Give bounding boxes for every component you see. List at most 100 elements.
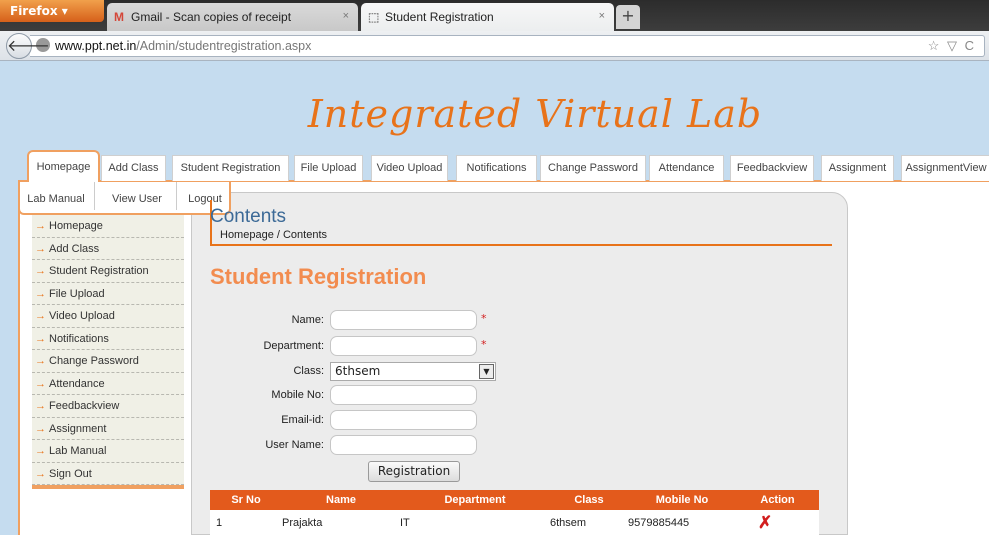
browser-nav-bar: www.ppt.net.in/Admin/studentregistration… [0, 31, 989, 61]
mobile-label: Mobile No: [271, 389, 324, 401]
sidebar-footer [32, 485, 184, 489]
cell-class: 6thsem [550, 510, 628, 535]
arrow-icon: → [35, 242, 46, 255]
sidebar-item-label: Homepage [49, 220, 103, 232]
sidebar-item-label: Notifications [49, 332, 109, 345]
name-input[interactable] [330, 310, 477, 330]
table-row: 1 Prajakta IT 6thsem 9579885445 ✗ [210, 510, 819, 535]
sidebar-item-label: Lab Manual [49, 445, 107, 457]
sidebar-item-label: Change Password [49, 355, 139, 367]
browser-tab-bar: Firefox ▾ M Gmail - Scan copies of recei… [0, 0, 989, 31]
menu-item-attendance[interactable]: Attendance [649, 155, 724, 181]
column-header: Name [282, 490, 400, 510]
menu-item-add-class[interactable]: Add Class [101, 155, 166, 181]
page-icon: ⬚ [368, 10, 380, 24]
cell-sr-no: 1 [210, 510, 282, 535]
class-label: Class: [293, 365, 324, 377]
url-domain: www.ppt.net.in [55, 39, 137, 53]
tab-title: Gmail - Scan copies of receipt [131, 10, 292, 24]
sidebar-item-student-registration[interactable]: → Student Registration [32, 260, 184, 283]
firefox-menu-button[interactable]: Firefox ▾ [0, 0, 104, 22]
sidebar-item-label: File Upload [49, 287, 105, 300]
new-tab-button[interactable]: + [616, 5, 640, 29]
students-table: Sr No Name Department Class Mobile No Ac… [210, 490, 819, 535]
required-mark: * [481, 312, 487, 325]
menu-item-feedbackview[interactable]: Feedbackview [730, 155, 814, 181]
submenu-item-view-user[interactable]: View User [104, 188, 170, 208]
dropdown-arrow-icon[interactable]: ▼ [479, 364, 494, 379]
sidebar-item-sign-out[interactable]: → Sign Out [32, 462, 184, 485]
sidebar-item-file-upload[interactable]: → File Upload [32, 282, 184, 305]
cell-mobile: 9579885445 [628, 510, 736, 535]
email-input[interactable] [330, 410, 477, 430]
arrow-icon: → [35, 445, 46, 457]
username-input[interactable] [330, 435, 477, 455]
submenu-item-logout[interactable]: Logout [182, 188, 228, 208]
submenu-divider [94, 182, 95, 210]
menu-item-homepage[interactable]: Homepage [27, 150, 100, 182]
arrow-icon: → [35, 377, 46, 390]
sidebar-item-video-upload[interactable]: → Video Upload [32, 305, 184, 328]
required-mark: * [481, 338, 487, 351]
sidebar-item-label: Student Registration [49, 265, 149, 277]
sidebar-item-add-class[interactable]: → Add Class [32, 237, 184, 260]
registration-button[interactable]: Registration [368, 461, 460, 482]
arrow-icon: → [35, 355, 46, 367]
sidebar-item-attendance[interactable]: → Attendance [32, 372, 184, 395]
back-button[interactable]: 🡐 [6, 33, 50, 59]
arrow-icon: → [35, 220, 46, 232]
breadcrumb: Homepage / Contents [220, 229, 328, 241]
page-heading: Student Registration [210, 264, 427, 289]
class-select-value: 6thsem [335, 364, 381, 378]
sidebar-item-feedbackview[interactable]: → Feedbackview [32, 395, 184, 418]
sidebar: → Homepage → Add Class → Student Registrati… [32, 215, 184, 489]
gmail-icon: M [114, 10, 124, 24]
cell-department: IT [400, 510, 550, 535]
class-select[interactable]: 6thsem ▼ [330, 362, 496, 381]
arrow-icon: → [35, 265, 46, 277]
sidebar-item-notifications[interactable]: → Notifications [32, 327, 184, 350]
browser-tab-student-registration[interactable]: ⬚ Student Registration × [361, 3, 614, 31]
menu-item-assignmentview[interactable]: AssignmentView [901, 155, 989, 181]
close-tab-icon[interactable]: × [343, 10, 349, 22]
arrow-icon: → [35, 400, 46, 412]
sidebar-item-lab-manual[interactable]: → Lab Manual [32, 440, 184, 463]
menu-item-video-upload[interactable]: Video Upload [371, 155, 448, 181]
address-bar[interactable]: www.ppt.net.in/Admin/studentregistration… [30, 35, 985, 57]
column-header: Class [550, 490, 628, 510]
tab-title: Student Registration [385, 10, 494, 24]
sidebar-item-label: Assignment [49, 422, 107, 435]
arrow-icon: → [35, 310, 46, 322]
content-title: Contents [210, 206, 287, 227]
mobile-input[interactable] [330, 385, 477, 405]
arrow-icon: → [35, 332, 46, 345]
sidebar-item-assignment[interactable]: → Assignment [32, 417, 184, 440]
delete-icon[interactable]: ✗ [758, 513, 772, 532]
sidebar-item-homepage[interactable]: → Homepage [32, 215, 184, 238]
arrow-icon: → [35, 467, 46, 480]
column-header: Sr No [210, 490, 282, 510]
menu-item-change-password[interactable]: Change Password [540, 155, 646, 181]
department-label: Department: [263, 340, 324, 352]
arrow-icon: → [35, 422, 46, 435]
name-label: Name: [291, 314, 324, 326]
sidebar-item-label: Attendance [49, 377, 105, 390]
table-header-row: Sr No Name Department Class Mobile No Ac… [210, 490, 819, 510]
submenu-item-lab-manual[interactable]: Lab Manual [24, 188, 88, 208]
menu-item-assignment[interactable]: Assignment [821, 155, 894, 181]
close-tab-icon[interactable]: × [599, 10, 605, 22]
sub-menu: Lab Manual View User Logout [18, 182, 231, 215]
browser-tab-gmail[interactable]: M Gmail - Scan copies of receipt × [107, 3, 358, 31]
email-label: Email-id: [281, 414, 324, 426]
department-input[interactable] [330, 336, 477, 356]
username-label: User Name: [265, 439, 324, 451]
menu-item-student-registration[interactable]: Student Registration [172, 155, 289, 181]
column-header: Mobile No [628, 490, 736, 510]
bookmark-reload-icons[interactable]: ☆ ▽ C [928, 36, 976, 56]
sidebar-item-change-password[interactable]: → Change Password [32, 350, 184, 373]
menu-item-file-upload[interactable]: File Upload [294, 155, 363, 181]
back-arrow-icon: 🡐 [7, 36, 50, 55]
submenu-divider [176, 182, 177, 210]
menu-item-notifications[interactable]: Notifications [456, 155, 537, 181]
site-title: Integrated Virtual Lab [307, 92, 763, 136]
